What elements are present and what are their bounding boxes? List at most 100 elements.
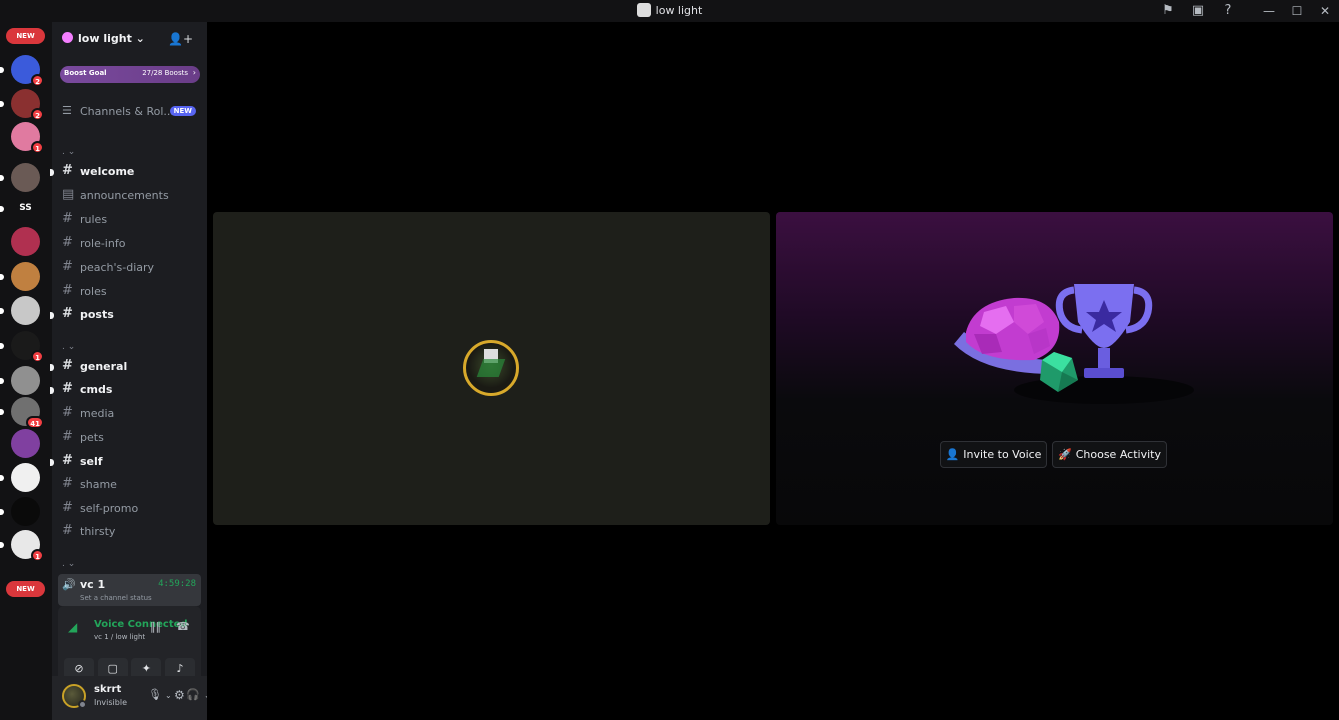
noise-suppression-icon[interactable]: ‖‖ [150,620,161,633]
channel-name: announcements [80,189,169,202]
unread-indicator [50,169,54,176]
channel-pets[interactable]: # pets [60,428,200,448]
chevron-down-icon: ⌄ [135,32,145,45]
headphones-icon[interactable]: 🎧 [186,688,200,701]
voice-connected-title[interactable]: Voice Connected [94,619,188,630]
channels-roles-link[interactable]: ☰ Channels & Rol... NEW [60,104,200,122]
channel-announcements[interactable]: ▤ announcements [60,186,200,206]
server-icon[interactable]: 41 [11,397,44,429]
boost-value: 27/28 Boosts [142,69,188,77]
server-icon[interactable]: 2 [11,55,44,87]
channel-role-info[interactable]: # role-info [60,234,200,254]
server-icon[interactable]: SS [11,194,40,223]
channel-self-promo[interactable]: # self-promo [60,499,200,519]
unread-indicator [50,364,54,371]
mention-badge: 41 [26,416,44,429]
channel-name: self-promo [80,502,139,515]
server-icon[interactable] [11,497,40,526]
window-title-text: low light [655,4,703,17]
username[interactable]: skrrt [94,684,121,695]
unread-indicator [50,312,54,319]
gear-icon[interactable]: ⚙ [174,688,185,702]
add-user-icon: 👤 [945,448,960,461]
window-controls: — ☐ ✕ [1255,4,1339,18]
channel-media[interactable]: # media [60,404,200,424]
unread-pill [0,343,4,349]
add-member-icon[interactable]: 👤+ [168,32,193,46]
voice-connected-subtitle[interactable]: vc 1 / low light [94,633,145,641]
inbox-icon[interactable]: ▣ [1183,3,1213,18]
hashtag-icon: # [62,211,73,226]
channel-peach-s-diary[interactable]: # peach's-diary [60,258,200,278]
help-icon[interactable]: ? [1213,3,1243,18]
user-tile[interactable] [213,212,770,525]
server-icon[interactable] [11,296,40,325]
voice-stage: 👤 Invite to Voice 🚀 Choose Activity [207,22,1339,720]
category-header[interactable]: . ⌄ [62,342,75,352]
speaker-icon: 🔊 [62,578,76,591]
channel-welcome[interactable]: # welcome [50,162,200,182]
channel-name: pets [80,431,104,444]
channel-posts[interactable]: # posts [50,305,200,325]
voice-channel[interactable]: 🔊 vc 1 4:59:28 Set a channel status [58,574,201,606]
rocket-icon: 🚀 [1058,448,1072,461]
server-name[interactable]: low light ⌄ [62,32,145,45]
server-icon[interactable] [11,366,40,395]
avatar-image-part [476,359,506,377]
flag-icon[interactable]: ⚑ [1153,3,1183,18]
voice-channel-name: vc 1 [80,578,106,591]
activity-illustration [954,284,1194,404]
channel-status-link[interactable]: Set a channel status [80,594,152,602]
unread-pill [0,475,4,481]
channel-rules[interactable]: # rules [60,210,200,230]
category-header[interactable]: . ⌄ [62,559,75,569]
avatar[interactable] [62,684,87,709]
channel-sidebar: low light ⌄ 👤+ Boost Goal 27/28 Boosts ›… [50,22,211,720]
channel-name: peach's-diary [80,261,155,274]
channel-name: shame [80,478,117,491]
server-icon[interactable]: 1 [11,122,44,154]
close-button[interactable]: ✕ [1311,4,1339,18]
choose-activity-button[interactable]: 🚀 Choose Activity [1052,441,1167,468]
server-icon[interactable]: 1 [11,331,44,363]
disconnect-icon[interactable]: ☎ [176,620,190,633]
maximize-button[interactable]: ☐ [1283,4,1311,18]
channel-thirsty[interactable]: # thirsty [60,522,200,542]
unread-pill [0,542,4,548]
server-icon[interactable] [11,163,40,192]
server-icon [636,3,651,17]
user-tile-avatar [463,340,519,396]
server-icon[interactable] [11,262,40,291]
channel-shame[interactable]: # shame [60,475,200,495]
channel-self[interactable]: # self [50,452,200,472]
channel-general[interactable]: # general [50,357,200,377]
new-badge-top[interactable]: NEW [6,28,45,44]
category-header[interactable]: . ⌄ [62,147,75,157]
hashtag-icon: # [62,500,73,515]
hashtag-icon: # [62,235,73,250]
signal-icon[interactable]: ◢ [68,620,77,634]
server-icon[interactable] [11,463,40,492]
status-indicator [78,700,87,709]
server-icon[interactable] [11,227,40,256]
channel-name: posts [80,308,114,321]
channel-cmds[interactable]: # cmds [50,380,200,400]
channel-roles[interactable]: # roles [60,282,200,302]
title-bar: low light ⚑ ▣ ? — ☐ ✕ [0,0,1339,22]
server-icon[interactable] [11,429,40,458]
unread-pill [0,308,4,314]
chevron-down-icon[interactable]: ⌄ [165,691,172,700]
unread-indicator [50,387,54,394]
microphone-icon[interactable]: 🎙 [148,688,162,701]
minimize-button[interactable]: — [1255,4,1283,18]
list-icon: ☰ [62,104,72,117]
boost-goal-bar[interactable]: Boost Goal 27/28 Boosts › [60,66,200,83]
server-header[interactable]: low light ⌄ 👤+ [52,22,207,58]
new-badge-bottom[interactable]: NEW [6,581,45,597]
mention-badge: 1 [31,549,44,562]
server-icon[interactable]: 1 [11,530,44,562]
user-status: Invisible [94,698,127,707]
hashtag-icon: # [62,306,73,321]
invite-to-voice-button[interactable]: 👤 Invite to Voice [940,441,1047,468]
server-icon[interactable]: 2 [11,89,44,121]
